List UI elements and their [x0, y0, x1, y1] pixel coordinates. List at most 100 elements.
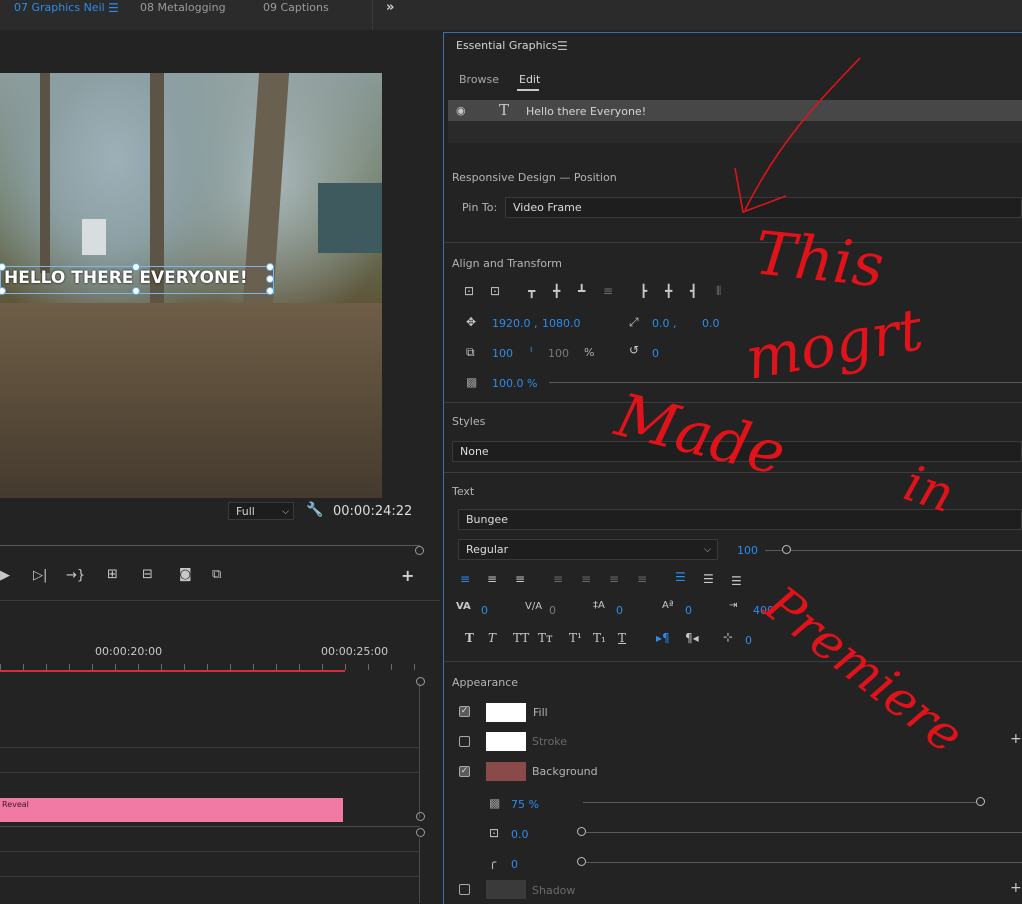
bg-size-slider-knob[interactable]	[577, 827, 586, 836]
add-shadow-icon[interactable]: +	[1010, 880, 1022, 896]
resolution-select[interactable]: Full ⌵	[228, 502, 294, 520]
tab-08-metalogging[interactable]: 08 Metalogging	[140, 0, 226, 30]
align-right-icon[interactable]: ┫	[690, 284, 697, 298]
distribute-horizontal-icon[interactable]: ⦀	[716, 284, 721, 299]
ltr-text-icon[interactable]: ▸¶	[656, 631, 670, 645]
align-top-icon[interactable]: ┳	[528, 284, 535, 298]
top-align-text-icon[interactable]: ☰	[675, 570, 686, 584]
add-button-icon[interactable]: +	[401, 566, 414, 585]
timeline-clip[interactable]: Reveal	[0, 798, 343, 822]
work-area-bar[interactable]	[0, 670, 345, 672]
align-to-selection-icon[interactable]: ⊡	[464, 284, 474, 298]
faux-italic-icon[interactable]: T	[488, 631, 496, 645]
all-caps-icon[interactable]: TT	[513, 631, 529, 645]
tab-edit[interactable]: Edit	[519, 73, 540, 86]
align-right-text-icon[interactable]: ≡	[515, 572, 525, 586]
step-forward-icon[interactable]: ▷|	[33, 568, 47, 583]
timeline-scrollbar[interactable]	[419, 836, 420, 903]
justify-right-icon[interactable]: ≡	[609, 572, 619, 586]
scrollbar-handle[interactable]	[416, 812, 425, 821]
justify-all-icon[interactable]: ≡	[637, 572, 647, 586]
kerning-value[interactable]: 0	[481, 604, 488, 617]
align-left-text-icon[interactable]: ≡	[460, 572, 470, 586]
baseline-value[interactable]: 0	[685, 604, 692, 617]
bottom-align-text-icon[interactable]: ☰	[731, 574, 742, 588]
hamburger-icon[interactable]: ☰	[108, 1, 119, 15]
bg-corner-value[interactable]: 0	[511, 858, 518, 871]
align-bottom-icon[interactable]: ┻	[578, 284, 585, 298]
camera-icon[interactable]: ◙	[179, 567, 192, 582]
chevron-double-right-icon[interactable]: »	[386, 0, 394, 15]
tab-07-graphics-neil[interactable]: 07 Graphics Neil	[14, 0, 105, 30]
align-center-text-icon[interactable]: ≡	[487, 572, 497, 586]
bg-corner-slider[interactable]	[586, 862, 1022, 863]
transform-handle[interactable]	[266, 287, 274, 295]
tracking-value[interactable]: 0	[549, 604, 556, 617]
fill-color-swatch[interactable]	[486, 703, 526, 722]
go-to-out-icon[interactable]: →}	[66, 568, 85, 583]
layer-name[interactable]: Hello there Everyone!	[526, 105, 646, 118]
background-checkbox[interactable]: ✓	[459, 766, 470, 777]
align-to-video-icon[interactable]: ⊡	[490, 284, 500, 298]
timeline-scrollbar[interactable]	[419, 683, 420, 818]
underline-icon[interactable]: T	[618, 631, 626, 645]
rotation-value[interactable]: 0	[652, 347, 659, 360]
bg-size-value[interactable]: 0.0	[511, 828, 529, 841]
transform-handle[interactable]	[132, 263, 140, 271]
anchor-y[interactable]: 0.0	[702, 317, 720, 330]
fill-checkbox[interactable]: ✓	[459, 706, 470, 717]
shadow-checkbox[interactable]	[459, 884, 470, 895]
transform-handle[interactable]	[266, 275, 274, 283]
align-left-icon[interactable]: ┣	[640, 284, 647, 298]
stroke-color-swatch[interactable]	[486, 732, 526, 751]
bg-corner-slider-knob[interactable]	[577, 857, 586, 866]
bg-size-slider[interactable]	[586, 832, 1022, 833]
center-align-text-icon[interactable]: ☰	[703, 572, 714, 586]
distribute-vertical-icon[interactable]: ≡	[603, 284, 613, 298]
subscript-icon[interactable]: T₁	[593, 631, 606, 645]
wrench-icon[interactable]: 🔧	[306, 502, 323, 518]
bg-opacity-value[interactable]: 75 %	[511, 798, 539, 811]
tab-width-value[interactable]: 0	[745, 634, 752, 647]
bg-opacity-slider[interactable]	[583, 802, 981, 803]
ruler-end-handle[interactable]	[415, 546, 424, 555]
superscript-icon[interactable]: T¹	[569, 631, 582, 645]
scrollbar-handle[interactable]	[416, 677, 425, 686]
shadow-color-swatch[interactable]	[486, 880, 526, 899]
background-color-swatch[interactable]	[486, 762, 526, 781]
lift-icon[interactable]: ⊞	[107, 567, 118, 582]
justify-center-icon[interactable]: ≡	[581, 572, 591, 586]
scale-value[interactable]: 100	[492, 347, 513, 360]
playhead-timecode[interactable]: 00:00:24:22	[333, 504, 412, 519]
tab-browse[interactable]: Browse	[459, 73, 499, 86]
opacity-value[interactable]: 100.0 %	[492, 377, 537, 390]
scale-height-value[interactable]: 100	[548, 347, 569, 360]
position-x[interactable]: 1920.0 ,	[492, 317, 537, 330]
font-style-select[interactable]: Regular ⌵	[458, 539, 718, 560]
title-overlay-text[interactable]: HELLO THERE EVERYONE!	[4, 268, 248, 288]
tab-09-captions[interactable]: 09 Captions	[263, 0, 329, 30]
bg-opacity-slider-knob[interactable]	[976, 797, 985, 806]
monitor-time-ruler[interactable]	[0, 545, 420, 546]
position-y[interactable]: 1080.0	[542, 317, 581, 330]
align-horizontal-center-icon[interactable]: ╋	[665, 284, 672, 298]
transform-handle[interactable]	[266, 263, 274, 271]
align-vertical-center-icon[interactable]: ╋	[553, 284, 560, 298]
compare-view-icon[interactable]: ⧉	[212, 567, 221, 582]
font-size-slider-knob[interactable]	[782, 545, 791, 554]
extract-icon[interactable]: ⊟	[142, 567, 153, 582]
font-size-slider[interactable]	[765, 550, 1022, 551]
add-stroke-icon[interactable]: +	[1010, 731, 1022, 747]
link-icon[interactable]: ᑊ	[530, 345, 532, 359]
small-caps-icon[interactable]: Tт	[538, 631, 553, 645]
leading-value[interactable]: 0	[616, 604, 623, 617]
stroke-checkbox[interactable]	[459, 736, 470, 747]
play-icon[interactable]: ▶	[0, 568, 10, 583]
anchor-x[interactable]: 0.0 ,	[652, 317, 677, 330]
faux-bold-icon[interactable]: T	[465, 631, 474, 645]
rtl-text-icon[interactable]: ¶◂	[685, 631, 699, 645]
font-size-value[interactable]: 100	[737, 544, 758, 557]
eye-icon[interactable]: ◉	[456, 104, 466, 117]
scrollbar-handle[interactable]	[416, 828, 425, 837]
justify-left-icon[interactable]: ≡	[553, 572, 563, 586]
